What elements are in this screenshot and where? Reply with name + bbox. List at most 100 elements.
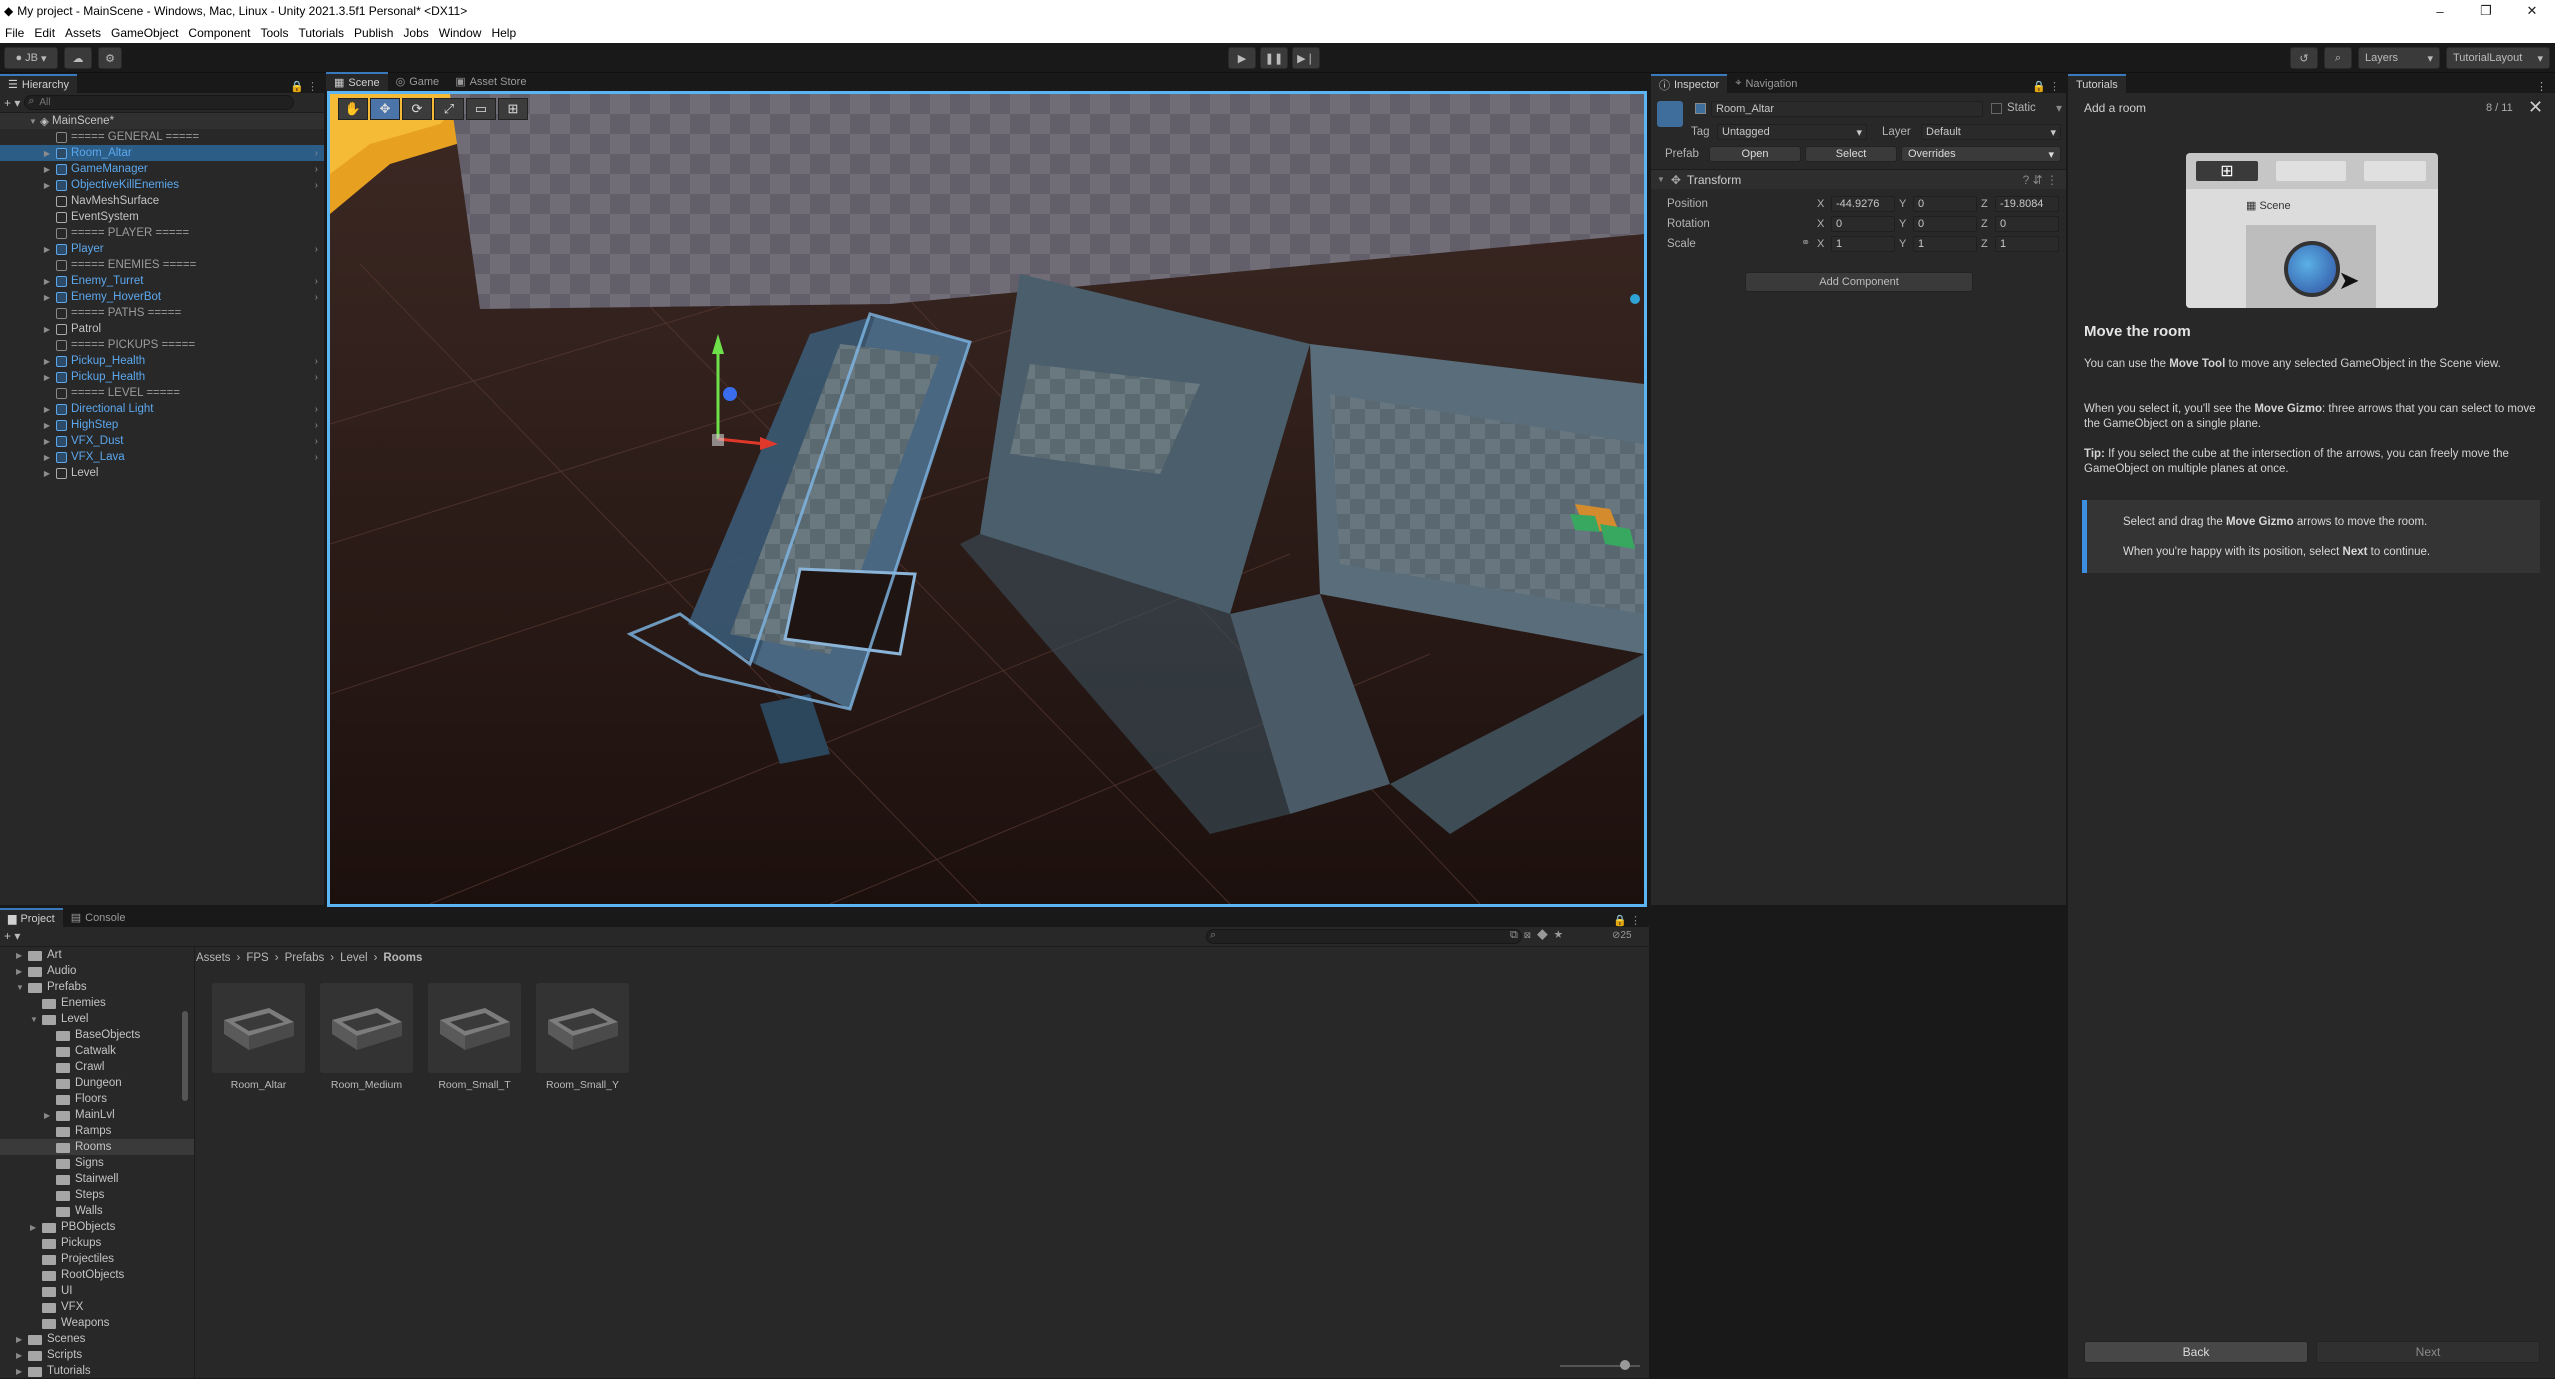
- menu-component[interactable]: Component: [183, 26, 255, 40]
- link-icon[interactable]: ⚭: [1801, 236, 1810, 249]
- tab-game[interactable]: ◎ Game: [388, 72, 448, 91]
- component-options-icon[interactable]: ? ⇵ ⋮: [2023, 173, 2066, 187]
- menu-window[interactable]: Window: [434, 26, 487, 40]
- account-dropdown[interactable]: ● JB ▾: [4, 47, 58, 69]
- object-name-field[interactable]: Room_Altar: [1711, 101, 1983, 117]
- rotation-z-field[interactable]: 0: [1995, 216, 2059, 232]
- move-tool-icon[interactable]: ✥: [370, 98, 400, 120]
- folder-item[interactable]: Crawl: [0, 1059, 194, 1075]
- chevron-right-icon[interactable]: ›: [315, 180, 318, 191]
- asset-item[interactable]: Room_Small_Y: [536, 983, 629, 1091]
- hierarchy-item[interactable]: ===== PLAYER =====: [0, 225, 324, 241]
- rotation-x-field[interactable]: 0: [1831, 216, 1895, 232]
- asset-item[interactable]: Room_Altar: [212, 983, 305, 1091]
- back-button[interactable]: Back: [2084, 1341, 2308, 1363]
- expand-arrow-icon[interactable]: ▶: [42, 421, 52, 430]
- hierarchy-item[interactable]: ===== LEVEL =====: [0, 385, 324, 401]
- folder-item[interactable]: Rooms: [0, 1139, 194, 1155]
- menu-file[interactable]: File: [0, 26, 29, 40]
- hierarchy-item[interactable]: ▶ Player ›: [0, 241, 324, 257]
- folder-item[interactable]: Walls: [0, 1203, 194, 1219]
- search-button[interactable]: ⌕: [2324, 47, 2352, 69]
- folder-item[interactable]: Pickups: [0, 1235, 194, 1251]
- chevron-right-icon[interactable]: ›: [315, 404, 318, 415]
- hierarchy-item[interactable]: ▶ HighStep ›: [0, 417, 324, 433]
- project-search-input[interactable]: [1206, 929, 1522, 944]
- panel-menu-icon[interactable]: 🔒 ⋮: [1613, 914, 1649, 927]
- panel-menu-icon[interactable]: ⋮: [2536, 80, 2555, 93]
- tab-asset-store[interactable]: ▣ Asset Store: [447, 72, 534, 91]
- folder-item[interactable]: Signs: [0, 1155, 194, 1171]
- folder-item[interactable]: Steps: [0, 1187, 194, 1203]
- hierarchy-item[interactable]: ▶ ObjectiveKillEnemies ›: [0, 177, 324, 193]
- chevron-right-icon[interactable]: ›: [315, 452, 318, 463]
- expand-arrow-icon[interactable]: ▶: [42, 357, 52, 366]
- panel-menu-icon[interactable]: 🔒 ⋮: [290, 80, 324, 93]
- folder-item[interactable]: ▼ Level: [0, 1011, 194, 1027]
- folder-item[interactable]: ▶ Scenes: [0, 1331, 194, 1347]
- prefab-open-button[interactable]: Open: [1709, 146, 1801, 162]
- expand-arrow-icon[interactable]: ▶: [42, 293, 52, 302]
- hierarchy-item[interactable]: ===== PICKUPS =====: [0, 337, 324, 353]
- history-button[interactable]: ↺: [2290, 47, 2318, 69]
- folder-item[interactable]: ▶ Audio: [0, 963, 194, 979]
- chevron-right-icon[interactable]: ›: [315, 148, 318, 159]
- menu-assets[interactable]: Assets: [60, 26, 106, 40]
- chevron-right-icon[interactable]: ›: [315, 372, 318, 383]
- position-y-field[interactable]: 0: [1913, 196, 1977, 212]
- menu-edit[interactable]: Edit: [29, 26, 60, 40]
- chevron-right-icon[interactable]: ›: [315, 436, 318, 447]
- scale-z-field[interactable]: 1: [1995, 236, 2059, 252]
- prefab-select-button[interactable]: Select: [1805, 146, 1897, 162]
- add-object-button[interactable]: + ▾: [4, 96, 20, 110]
- hierarchy-item[interactable]: ===== ENEMIES =====: [0, 257, 324, 273]
- scale-y-field[interactable]: 1: [1913, 236, 1977, 252]
- tab-hierarchy[interactable]: ☰ Hierarchy: [0, 74, 77, 93]
- prefab-overrides-dropdown[interactable]: Overrides ▾: [1901, 146, 2061, 162]
- step-button[interactable]: ▶❘: [1292, 47, 1320, 69]
- minimize-button[interactable]: –: [2417, 0, 2463, 22]
- expand-arrow-icon[interactable]: ▶: [42, 373, 52, 382]
- collab-button[interactable]: ⚙: [98, 47, 122, 69]
- folder-item[interactable]: ▼ Prefabs: [0, 979, 194, 995]
- pause-button[interactable]: ❚❚: [1260, 47, 1288, 69]
- expand-arrow-icon[interactable]: ▶: [16, 1367, 22, 1376]
- expand-arrow-icon[interactable]: ▼: [16, 983, 24, 992]
- layers-dropdown[interactable]: Layers ▾: [2358, 47, 2440, 69]
- add-component-button[interactable]: Add Component: [1745, 272, 1973, 292]
- expand-arrow-icon[interactable]: ▶: [16, 1335, 22, 1344]
- folder-item[interactable]: ▶ MainLvl: [0, 1107, 194, 1123]
- rect-tool-icon[interactable]: ▭: [466, 98, 496, 120]
- folder-item[interactable]: UI: [0, 1283, 194, 1299]
- chevron-right-icon[interactable]: ›: [315, 292, 318, 303]
- chevron-down-icon[interactable]: ▾: [2056, 101, 2062, 115]
- chevron-right-icon[interactable]: ›: [315, 164, 318, 175]
- tag-dropdown[interactable]: Untagged ▾: [1717, 124, 1867, 140]
- folder-item[interactable]: Dungeon: [0, 1075, 194, 1091]
- hierarchy-item[interactable]: ▶ Pickup_Health ›: [0, 353, 324, 369]
- folder-item[interactable]: VFX: [0, 1299, 194, 1315]
- active-checkbox[interactable]: [1695, 103, 1706, 114]
- hierarchy-item[interactable]: EventSystem: [0, 209, 324, 225]
- expand-arrow-icon[interactable]: ▶: [30, 1223, 36, 1232]
- folder-item[interactable]: RootObjects: [0, 1267, 194, 1283]
- hierarchy-item[interactable]: ▶ VFX_Lava ›: [0, 449, 324, 465]
- hierarchy-item[interactable]: ▶ Directional Light ›: [0, 401, 324, 417]
- close-icon[interactable]: ✕: [2528, 97, 2543, 118]
- folder-item[interactable]: BaseObjects: [0, 1027, 194, 1043]
- rotate-tool-icon[interactable]: ⟳: [402, 98, 432, 120]
- rotation-y-field[interactable]: 0: [1913, 216, 1977, 232]
- expand-arrow-icon[interactable]: ▼: [30, 1015, 38, 1024]
- scale-tool-icon[interactable]: ⤢: [434, 98, 464, 120]
- expand-arrow-icon[interactable]: ▶: [16, 951, 22, 960]
- tab-navigation[interactable]: ⌖ Navigation: [1727, 74, 1805, 93]
- folder-item[interactable]: Stairwell: [0, 1171, 194, 1187]
- maximize-button[interactable]: ❐: [2463, 0, 2509, 22]
- expand-arrow-icon[interactable]: ▶: [42, 437, 52, 446]
- create-asset-button[interactable]: + ▾: [4, 929, 20, 943]
- expand-arrow-icon[interactable]: ▶: [42, 245, 52, 254]
- tab-inspector[interactable]: ⓘ Inspector: [1651, 74, 1728, 93]
- hierarchy-search-input[interactable]: All: [24, 95, 295, 110]
- asset-item[interactable]: Room_Medium: [320, 983, 413, 1091]
- expand-arrow-icon[interactable]: ▶: [42, 149, 52, 158]
